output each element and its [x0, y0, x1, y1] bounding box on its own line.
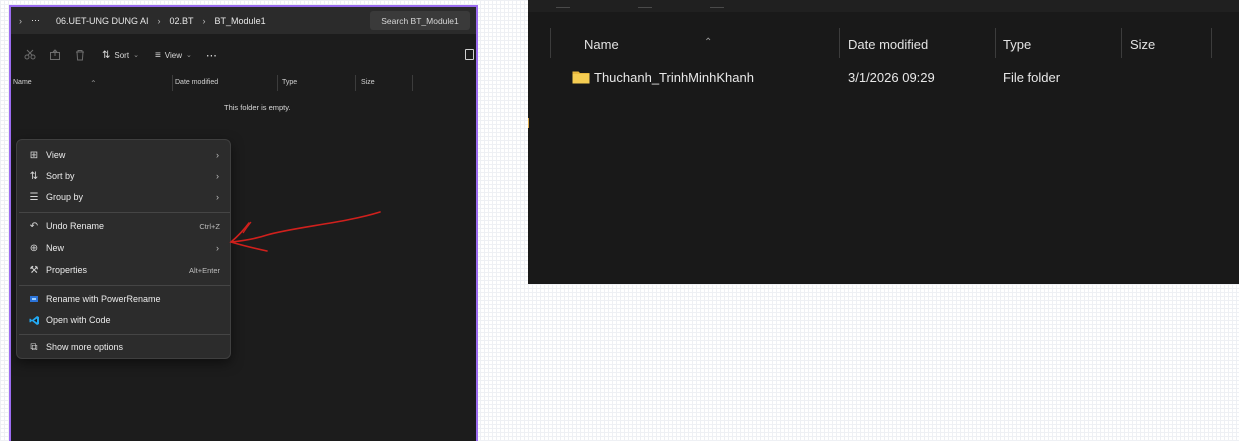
column-size[interactable]: Size: [361, 79, 375, 86]
details-pane-icon[interactable]: [465, 49, 474, 60]
file-type: File folder: [1003, 70, 1061, 85]
delete-icon[interactable]: [74, 49, 86, 61]
chevron-right-icon: ›: [216, 171, 219, 181]
toolbar-icon[interactable]: [556, 0, 570, 8]
chevron-right-icon: ›: [216, 150, 219, 160]
wrench-icon: ⚒: [29, 264, 39, 276]
cut-icon[interactable]: [24, 49, 36, 61]
menu-item-label: New: [46, 243, 65, 253]
menu-separator: [19, 212, 230, 213]
menu-item-rename-powerrename[interactable]: Rename with PowerRename: [17, 289, 230, 309]
menu-item-label: Properties: [46, 265, 88, 275]
chevron-right-icon: ›: [216, 243, 219, 253]
column-type[interactable]: Type: [282, 79, 297, 86]
scroll-marker: [528, 118, 529, 128]
column-name[interactable]: Name: [13, 79, 32, 86]
menu-item-view[interactable]: ⊞ View ›: [17, 145, 230, 165]
column-date-modified[interactable]: Date modified: [175, 79, 218, 86]
column-headers: ⌃ Name Date modified Type Size: [11, 73, 476, 91]
group-icon: ☰: [29, 191, 39, 203]
sort-icon: ⇅: [102, 49, 111, 61]
chevron-down-icon: ⌄: [133, 52, 139, 59]
toolbar-icon[interactable]: [638, 0, 652, 8]
menu-item-label: Open with Code: [46, 315, 111, 325]
grid-icon: ⊞: [29, 149, 39, 161]
sort-caret-icon: ⌃: [704, 37, 713, 48]
menu-item-label: Undo Rename: [46, 221, 105, 231]
menu-item-label: Group by: [46, 192, 84, 202]
column-divider[interactable]: [839, 28, 840, 58]
column-divider[interactable]: [995, 28, 996, 58]
column-divider[interactable]: [1211, 28, 1212, 58]
chevron-right-icon[interactable]: ›: [11, 16, 29, 26]
breadcrumb-more[interactable]: ⋯: [29, 15, 42, 26]
menu-item-group-by[interactable]: ☰ Group by ›: [17, 187, 230, 207]
file-date: 3/1/2026 09:29: [848, 70, 935, 85]
search-input[interactable]: Search BT_Module1: [370, 11, 470, 30]
toolbar-icon[interactable]: [710, 0, 724, 8]
explorer-window-right: ⌃ Name Date modified Type Size Thuchanh_…: [528, 0, 1239, 284]
annotation-arrow-icon: [229, 211, 381, 252]
menu-item-label: Sort by: [46, 171, 75, 181]
undo-icon: ↶: [29, 220, 39, 232]
column-divider[interactable]: [412, 75, 413, 91]
share-icon[interactable]: [49, 49, 61, 61]
powerrename-icon: [28, 293, 40, 305]
column-type[interactable]: Type: [1003, 37, 1031, 52]
column-divider[interactable]: [1121, 28, 1122, 58]
menu-separator: [19, 334, 230, 335]
more-options-button[interactable]: ⋯: [206, 49, 218, 62]
table-row[interactable]: Thuchanh_TrinhMinhKhanh 3/1/2026 09:29 F…: [528, 66, 1239, 88]
command-bar: ⇅ Sort ⌄ ≡ View ⌄ ⋯: [11, 45, 476, 65]
empty-folder-message: This folder is empty.: [224, 103, 291, 112]
chevron-right-icon: ›: [157, 15, 161, 26]
shortcut-label: Ctrl+Z: [199, 221, 220, 231]
breadcrumb-segment-3[interactable]: BT_Module1: [213, 16, 268, 26]
view-label: View: [164, 50, 182, 60]
file-name[interactable]: Thuchanh_TrinhMinhKhanh: [594, 70, 754, 85]
menu-separator: [19, 285, 230, 286]
folder-icon: [572, 71, 590, 84]
column-date-modified[interactable]: Date modified: [848, 37, 928, 52]
expand-icon: ⧉: [30, 341, 38, 353]
sort-button[interactable]: ⇅ Sort ⌄: [102, 50, 139, 61]
column-divider[interactable]: [550, 28, 551, 58]
breadcrumb-segment-2[interactable]: 02.BT: [168, 16, 196, 26]
breadcrumb-segment-1[interactable]: 06.UET-UNG DUNG AI: [54, 16, 151, 26]
column-headers: ⌃ Name Date modified Type Size: [528, 28, 1239, 60]
context-menu: ⊞ View › ⇅ Sort by › ☰ Group by › ↶ Undo…: [16, 139, 231, 359]
menu-item-label: Show more options: [46, 342, 124, 352]
menu-item-undo-rename[interactable]: ↶ Undo Rename Ctrl+Z: [17, 216, 230, 236]
menu-item-properties[interactable]: ⚒ Properties Alt+Enter: [17, 260, 230, 280]
chevron-right-icon: ›: [216, 192, 219, 202]
chevron-down-icon: ⌄: [185, 52, 192, 59]
sort-caret-icon: ⌃: [90, 79, 97, 88]
breadcrumb: › ⋯ 06.UET-UNG DUNG AI › 02.BT › BT_Modu…: [11, 7, 268, 34]
sort-icon: ⇅: [29, 170, 39, 182]
address-bar[interactable]: › ⋯ 06.UET-UNG DUNG AI › 02.BT › BT_Modu…: [11, 7, 476, 34]
menu-item-show-more-options[interactable]: ⧉ Show more options: [17, 337, 230, 357]
menu-item-label: Rename with PowerRename: [46, 294, 161, 304]
column-divider[interactable]: [172, 75, 173, 91]
column-name[interactable]: Name: [584, 37, 619, 52]
chevron-right-icon: ›: [202, 15, 206, 26]
add-circle-icon: ⊕: [29, 242, 39, 254]
column-size[interactable]: Size: [1130, 37, 1155, 52]
column-divider[interactable]: [355, 75, 356, 91]
shortcut-label: Alt+Enter: [188, 265, 220, 275]
vscode-icon: [28, 314, 40, 326]
view-button[interactable]: ≡ View ⌄: [155, 50, 192, 61]
menu-item-new[interactable]: ⊕ New ›: [17, 238, 230, 258]
sort-label: Sort: [114, 50, 130, 60]
column-divider[interactable]: [277, 75, 278, 91]
menu-item-open-with-code[interactable]: Open with Code: [17, 310, 230, 330]
menu-item-sort-by[interactable]: ⇅ Sort by ›: [17, 166, 230, 186]
menu-item-label: View: [46, 150, 66, 160]
command-bar-cropped: [528, 0, 1239, 12]
view-icon: ≡: [154, 49, 161, 61]
